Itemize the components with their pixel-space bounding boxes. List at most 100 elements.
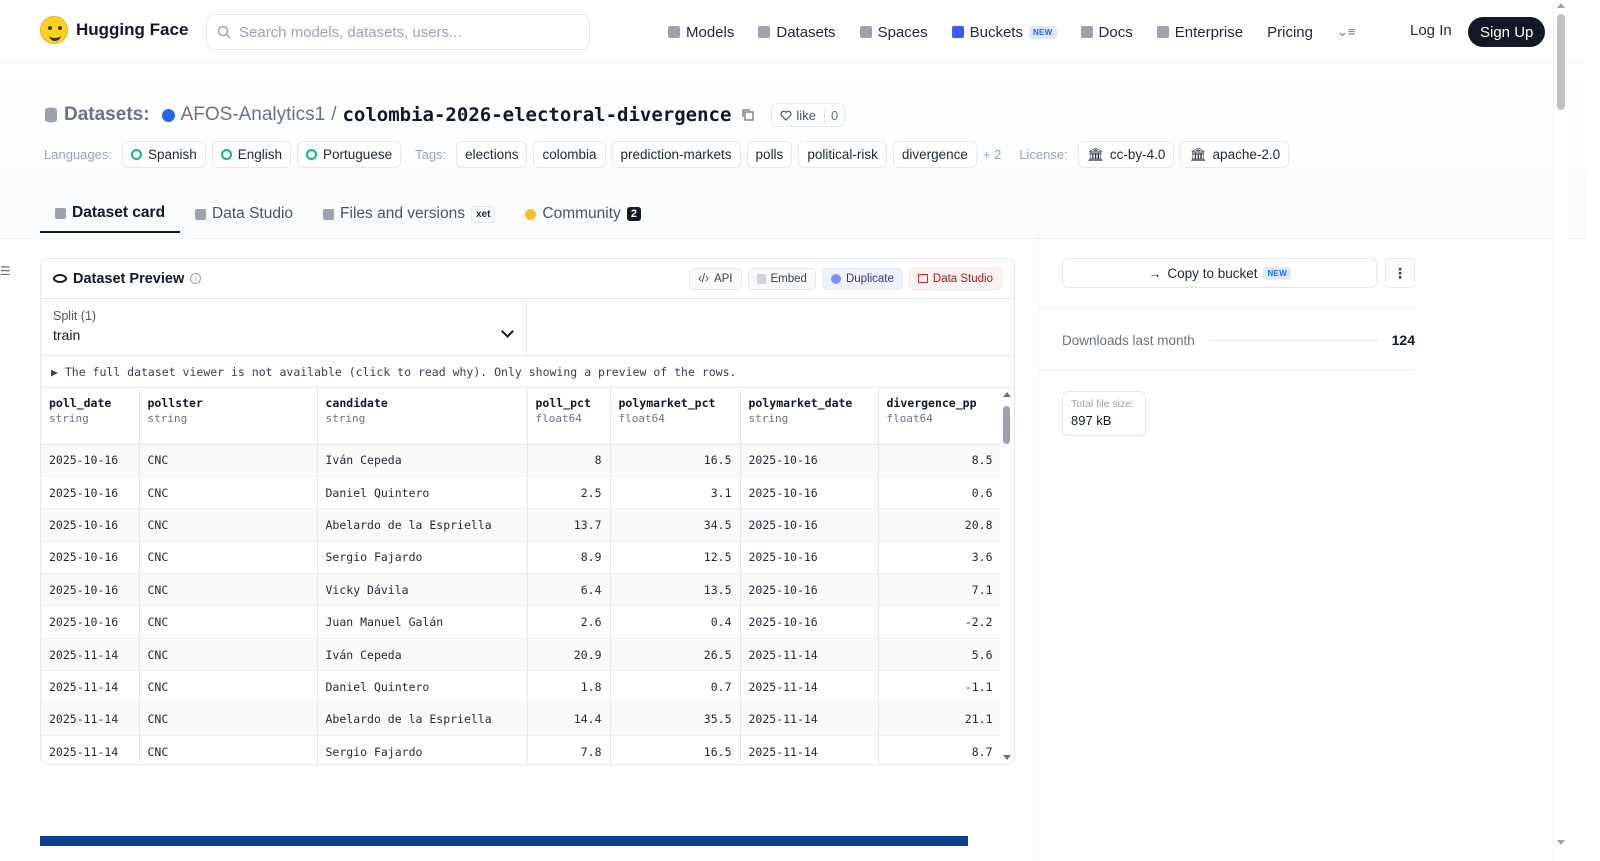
- table-cell-polymarket-date[interactable]: 2025-11-14: [740, 735, 879, 764]
- table-row[interactable]: 2025-10-16 CNC Daniel Quintero 2.5 3.1 2025-1…: [41, 476, 1002, 510]
- copy-to-bucket-button[interactable]: → Copy to bucket NEW: [1062, 258, 1377, 288]
- column-header[interactable]: divergence_pp float64: [878, 388, 1002, 445]
- table-cell-polymarket-date[interactable]: 2025-10-16: [740, 541, 879, 575]
- table-cell-pollster[interactable]: CNC: [139, 605, 318, 639]
- table-row[interactable]: 2025-11-14 CNC Abelardo de la Espriella 14.…: [41, 703, 1002, 737]
- table-cell-polymarket-pct[interactable]: 34.5: [610, 508, 741, 542]
- search-box[interactable]: [206, 14, 590, 50]
- table-cell-polymarket-date[interactable]: 2025-10-16: [740, 476, 879, 510]
- table-cell-polymarket-pct[interactable]: 35.5: [610, 703, 741, 737]
- table-cell-polymarket-date[interactable]: 2025-11-14: [740, 670, 879, 704]
- table-cell-candidate[interactable]: Juan Manuel Galán: [317, 605, 528, 639]
- table-cell-poll-date[interactable]: 2025-11-14: [41, 638, 140, 672]
- scroll-down-icon[interactable]: [1003, 755, 1011, 760]
- nav-docs[interactable]: Docs: [1080, 18, 1133, 46]
- table-cell-poll-pct[interactable]: 2.6: [527, 605, 611, 639]
- brand-logo[interactable]: Hugging Face: [40, 16, 188, 44]
- language-tag[interactable]: English: [211, 141, 292, 168]
- table-cell-candidate[interactable]: Abelardo de la Espriella: [317, 508, 528, 542]
- table-cell-poll-date[interactable]: 2025-10-16: [41, 444, 140, 477]
- table-cell-poll-date[interactable]: 2025-10-16: [41, 541, 140, 575]
- more-menu-button[interactable]: ⌄≡: [1337, 18, 1355, 46]
- table-cell-candidate[interactable]: Daniel Quintero: [317, 670, 528, 704]
- column-header[interactable]: polymarket_date string: [740, 388, 879, 445]
- copy-icon[interactable]: [741, 108, 755, 122]
- nav-spaces[interactable]: Spaces: [859, 18, 928, 46]
- column-header[interactable]: poll_pct float64: [527, 388, 611, 445]
- sidebar-toggle-icon[interactable]: ☰: [0, 264, 11, 278]
- page-scrollbar[interactable]: [1553, 0, 1568, 861]
- table-cell-divergence-pp[interactable]: 0.6: [878, 476, 1002, 510]
- table-cell-polymarket-pct[interactable]: 26.5: [610, 638, 741, 672]
- table-row[interactable]: 2025-11-14 CNC Daniel Quintero 1.8 0.7 2025-1…: [41, 670, 1002, 704]
- table-cell-poll-pct[interactable]: 20.9: [527, 638, 611, 672]
- table-cell-pollster[interactable]: CNC: [139, 508, 318, 542]
- table-cell-poll-date[interactable]: 2025-10-16: [41, 573, 140, 607]
- table-cell-poll-date[interactable]: 2025-11-14: [41, 703, 140, 737]
- topic-tag[interactable]: political-risk: [798, 141, 887, 168]
- scroll-up-icon[interactable]: [1003, 392, 1011, 397]
- table-cell-divergence-pp[interactable]: 20.8: [878, 508, 1002, 542]
- nav-models[interactable]: Models: [668, 18, 734, 46]
- table-cell-poll-date[interactable]: 2025-10-16: [41, 605, 140, 639]
- table-cell-candidate[interactable]: Sergio Fajardo: [317, 541, 528, 575]
- duplicate-button[interactable]: Duplicate: [821, 267, 903, 290]
- license-tag[interactable]: 🏛 cc-by-4.0: [1077, 141, 1175, 168]
- table-cell-poll-date[interactable]: 2025-10-16: [41, 508, 140, 542]
- table-cell-poll-pct[interactable]: 1.8: [527, 670, 611, 704]
- table-cell-poll-date[interactable]: 2025-11-14: [41, 735, 140, 764]
- signup-button[interactable]: Sign Up: [1468, 17, 1546, 47]
- login-link[interactable]: Log In: [1410, 22, 1452, 39]
- table-cell-polymarket-date[interactable]: 2025-11-14: [740, 638, 879, 672]
- table-row[interactable]: 2025-10-16 CNC Abelardo de la Espriella 13.…: [41, 508, 1002, 542]
- table-row[interactable]: 2025-10-16 CNC Juan Manuel Galán 2.6 0.4 2025…: [41, 605, 1002, 639]
- table-cell-polymarket-pct[interactable]: 16.5: [610, 444, 741, 477]
- info-icon[interactable]: i: [190, 273, 202, 284]
- table-row[interactable]: 2025-10-16 CNC Vicky Dávila 6.4 13.5 2025-10-…: [41, 573, 1002, 607]
- table-cell-poll-pct[interactable]: 14.4: [527, 703, 611, 737]
- scrollbar-thumb[interactable]: [1003, 406, 1010, 444]
- org-link[interactable]: AFOS-Analytics1: [181, 104, 326, 126]
- split-select[interactable]: Split (1) train: [41, 299, 527, 355]
- tab-data-studio[interactable]: Data Studio: [180, 195, 308, 233]
- table-cell-pollster[interactable]: CNC: [139, 444, 318, 477]
- column-header[interactable]: poll_date string: [41, 388, 140, 445]
- table-cell-poll-pct[interactable]: 7.8: [527, 735, 611, 764]
- nav-buckets[interactable]: Buckets NEW: [951, 18, 1057, 46]
- api-button[interactable]: ‹/› API: [689, 267, 742, 290]
- table-cell-polymarket-pct[interactable]: 12.5: [610, 541, 741, 575]
- license-tag[interactable]: 🏛 apache-2.0: [1180, 141, 1290, 168]
- scroll-up-icon[interactable]: [1557, 3, 1565, 8]
- table-cell-poll-pct[interactable]: 2.5: [527, 476, 611, 510]
- table-cell-divergence-pp[interactable]: 5.6: [878, 638, 1002, 672]
- table-cell-poll-pct[interactable]: 8: [527, 444, 611, 477]
- table-cell-divergence-pp[interactable]: -1.1: [878, 670, 1002, 704]
- nav-enterprise[interactable]: Enterprise: [1156, 18, 1243, 46]
- table-cell-pollster[interactable]: CNC: [139, 703, 318, 737]
- scroll-down-icon[interactable]: [1557, 840, 1565, 845]
- table-cell-divergence-pp[interactable]: -2.2: [878, 605, 1002, 639]
- table-cell-candidate[interactable]: Iván Cepeda: [317, 638, 528, 672]
- language-tag[interactable]: Portuguese: [297, 141, 402, 168]
- tab-community[interactable]: Community 2: [510, 195, 656, 233]
- table-cell-polymarket-pct[interactable]: 0.4: [610, 605, 741, 639]
- table-cell-divergence-pp[interactable]: 3.6: [878, 541, 1002, 575]
- table-cell-poll-date[interactable]: 2025-11-14: [41, 670, 140, 704]
- table-cell-polymarket-date[interactable]: 2025-10-16: [740, 605, 879, 639]
- table-cell-polymarket-pct[interactable]: 3.1: [610, 476, 741, 510]
- tab-dataset-card[interactable]: Dataset card: [40, 195, 181, 233]
- table-cell-candidate[interactable]: Vicky Dávila: [317, 573, 528, 607]
- table-cell-polymarket-date[interactable]: 2025-10-16: [740, 444, 879, 477]
- table-scrollbar[interactable]: [1000, 388, 1014, 764]
- tab-files[interactable]: Files and versions xet: [308, 195, 510, 233]
- table-cell-pollster[interactable]: CNC: [139, 670, 318, 704]
- embed-button[interactable]: Embed: [747, 267, 816, 290]
- column-header[interactable]: polymarket_pct float64: [610, 388, 741, 445]
- column-header[interactable]: candidate string: [317, 388, 528, 445]
- table-row[interactable]: 2025-11-14 CNC Sergio Fajardo 7.8 16.5 2025-1…: [41, 735, 1002, 764]
- table-cell-polymarket-date[interactable]: 2025-10-16: [740, 508, 879, 542]
- topic-tag[interactable]: prediction-markets: [611, 141, 741, 168]
- table-cell-polymarket-date[interactable]: 2025-11-14: [740, 703, 879, 737]
- like-button[interactable]: like 0: [771, 103, 846, 127]
- table-cell-pollster[interactable]: CNC: [139, 735, 318, 764]
